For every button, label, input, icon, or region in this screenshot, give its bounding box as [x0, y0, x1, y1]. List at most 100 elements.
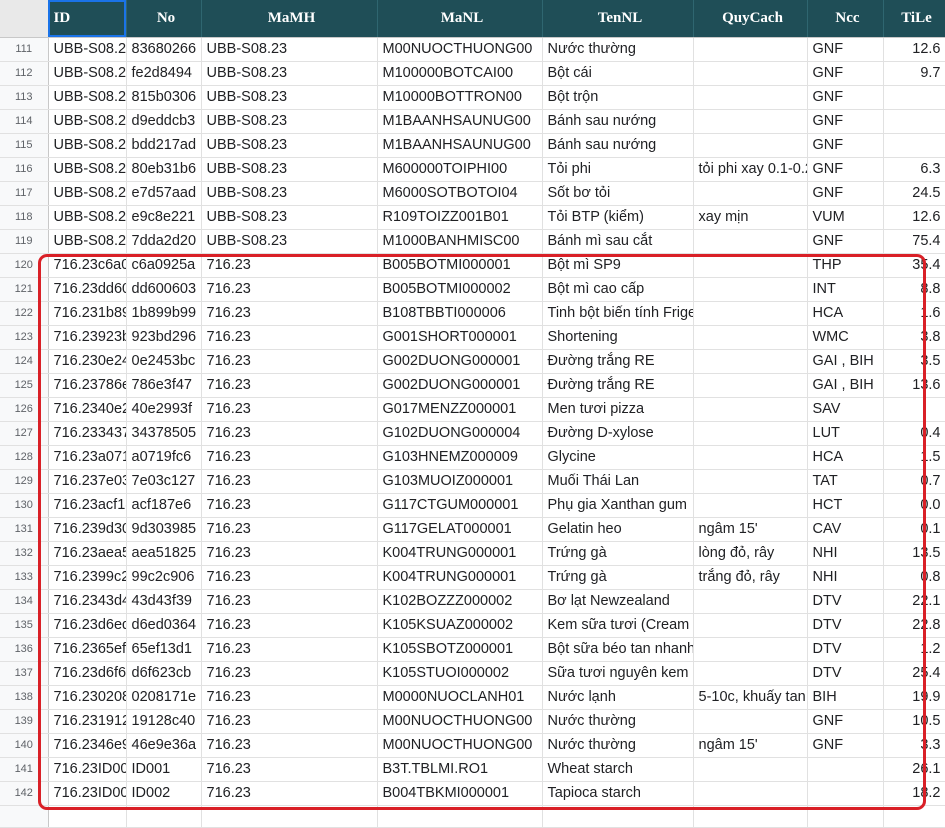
cell-no[interactable]: 65ef13d1 — [126, 637, 202, 662]
cell-id[interactable]: 716.239d303985 — [48, 517, 127, 542]
cell-tile[interactable]: 26.1 — [883, 757, 945, 782]
cell-manl[interactable]: M600000TOIPHI00 — [377, 157, 543, 182]
cell-tennl[interactable]: Phụ gia Xanthan gum — [542, 493, 694, 518]
cell-tennl[interactable]: Bột mì SP9 — [542, 253, 694, 278]
cell-id[interactable]: UBB-S08.23 — [48, 205, 127, 230]
row-number[interactable]: 127 — [0, 421, 49, 446]
cell-manl[interactable]: G117GELAT000001 — [377, 517, 543, 542]
cell-ncc[interactable]: GNF — [807, 109, 884, 134]
cell-quycach[interactable] — [693, 301, 808, 326]
cell-no[interactable]: c6a0925a — [126, 253, 202, 278]
cell-tile[interactable]: 13.6 — [883, 373, 945, 398]
cell-quycach[interactable] — [693, 37, 808, 62]
cell-ncc[interactable]: INT — [807, 277, 884, 302]
cell-ncc[interactable]: CAV — [807, 517, 884, 542]
cell-ncc[interactable]: GNF — [807, 85, 884, 110]
cell-mamh[interactable]: 716.23 — [201, 709, 378, 734]
cell-mamh[interactable]: 716.23 — [201, 589, 378, 614]
cell-manl[interactable]: G103HNEMZ000009 — [377, 445, 543, 470]
cell-id[interactable]: 716.2319128c40 — [48, 709, 127, 734]
cell-id[interactable]: 716.2399c2c906 — [48, 565, 127, 590]
cell-ncc[interactable]: GNF — [807, 229, 884, 254]
column-header-tile[interactable]: TiLe — [883, 0, 945, 38]
cell-ncc[interactable]: DTV — [807, 637, 884, 662]
row-number[interactable]: 121 — [0, 277, 49, 302]
column-header-id[interactable]: ID — [48, 0, 127, 38]
cell-tile[interactable] — [883, 397, 945, 422]
cell-no[interactable]: ID002 — [126, 781, 202, 806]
cell-id[interactable]: 716.23ID001 — [48, 757, 127, 782]
empty-cell[interactable] — [48, 805, 127, 828]
cell-no[interactable]: 83680266 — [126, 37, 202, 62]
cell-no[interactable]: 34378505 — [126, 421, 202, 446]
row-number[interactable]: 128 — [0, 445, 49, 470]
cell-manl[interactable]: K004TRUNG000001 — [377, 541, 543, 566]
cell-mamh[interactable]: 716.23 — [201, 781, 378, 806]
cell-quycach[interactable]: ngâm 15' — [693, 733, 808, 758]
cell-id[interactable]: 716.23aea51825 — [48, 541, 127, 566]
cell-tile[interactable] — [883, 109, 945, 134]
cell-id[interactable]: 716.23d6f623cb — [48, 661, 127, 686]
cell-quycach[interactable] — [693, 493, 808, 518]
cell-mamh[interactable]: 716.23 — [201, 397, 378, 422]
cell-tile[interactable]: 22.1 — [883, 589, 945, 614]
row-number[interactable]: 140 — [0, 733, 49, 758]
cell-manl[interactable]: G117CTGUM000001 — [377, 493, 543, 518]
cell-id[interactable]: UBB-S08.23 — [48, 133, 127, 158]
cell-manl[interactable]: M0000NUOCLANH01 — [377, 685, 543, 710]
cell-tile[interactable]: 3.5 — [883, 349, 945, 374]
row-number[interactable]: 113 — [0, 85, 49, 110]
cell-tile[interactable]: 1.2 — [883, 637, 945, 662]
cell-id[interactable]: 716.237e03c127 — [48, 469, 127, 494]
cell-no[interactable]: 80eb31b6 — [126, 157, 202, 182]
cell-tile[interactable]: 3.8 — [883, 325, 945, 350]
cell-ncc[interactable]: HCT — [807, 493, 884, 518]
cell-ncc[interactable] — [807, 781, 884, 806]
cell-mamh[interactable]: 716.23 — [201, 469, 378, 494]
cell-mamh[interactable]: UBB-S08.23 — [201, 85, 378, 110]
row-number[interactable]: 137 — [0, 661, 49, 686]
cell-id[interactable]: 716.2334378505 — [48, 421, 127, 446]
cell-manl[interactable]: M10000BOTTRON00 — [377, 85, 543, 110]
cell-quycach[interactable] — [693, 253, 808, 278]
cell-mamh[interactable]: 716.23 — [201, 277, 378, 302]
cell-ncc[interactable]: SAV — [807, 397, 884, 422]
cell-tennl[interactable]: Tỏi BTP (kiểm) — [542, 205, 694, 230]
row-number[interactable]: 139 — [0, 709, 49, 734]
row-number[interactable]: 123 — [0, 325, 49, 350]
cell-manl[interactable]: M00NUOCTHUONG00 — [377, 733, 543, 758]
cell-tennl[interactable]: Bánh sau nướng — [542, 133, 694, 158]
cell-tennl[interactable]: Sữa tươi nguyên kem Pháp — [542, 661, 694, 686]
cell-tennl[interactable]: Nước lạnh — [542, 685, 694, 710]
cell-ncc[interactable]: BIH — [807, 685, 884, 710]
cell-quycach[interactable] — [693, 85, 808, 110]
column-header-no[interactable]: No — [126, 0, 202, 38]
cell-ncc[interactable]: HCA — [807, 445, 884, 470]
cell-id[interactable]: 716.23acf187e6 — [48, 493, 127, 518]
cell-ncc[interactable]: GNF — [807, 157, 884, 182]
cell-manl[interactable]: M00NUOCTHUONG00 — [377, 709, 543, 734]
row-number[interactable]: 142 — [0, 781, 49, 806]
cell-id[interactable]: 716.23d6ed0364 — [48, 613, 127, 638]
cell-quycach[interactable] — [693, 61, 808, 86]
cell-quycach[interactable]: ngâm 15' — [693, 517, 808, 542]
empty-cell[interactable] — [693, 805, 808, 828]
cell-id[interactable]: 716.23786e3f47 — [48, 373, 127, 398]
row-number[interactable]: 119 — [0, 229, 49, 254]
cell-ncc[interactable]: GNF — [807, 133, 884, 158]
empty-cell[interactable] — [542, 805, 694, 828]
cell-mamh[interactable]: UBB-S08.23 — [201, 205, 378, 230]
row-number[interactable]: 118 — [0, 205, 49, 230]
cell-mamh[interactable]: 716.23 — [201, 757, 378, 782]
cell-no[interactable]: d9eddcb3 — [126, 109, 202, 134]
cell-quycach[interactable]: lòng đỏ, rây — [693, 541, 808, 566]
column-header-mamh[interactable]: MaMH — [201, 0, 378, 38]
cell-quycach[interactable] — [693, 469, 808, 494]
cell-no[interactable]: fe2d8494 — [126, 61, 202, 86]
cell-quycach[interactable]: 5-10c, khuấy tan — [693, 685, 808, 710]
column-header-tennl[interactable]: TenNL — [542, 0, 694, 38]
cell-no[interactable]: 99c2c906 — [126, 565, 202, 590]
row-number[interactable]: 131 — [0, 517, 49, 542]
cell-ncc[interactable]: LUT — [807, 421, 884, 446]
cell-manl[interactable]: G017MENZZ000001 — [377, 397, 543, 422]
